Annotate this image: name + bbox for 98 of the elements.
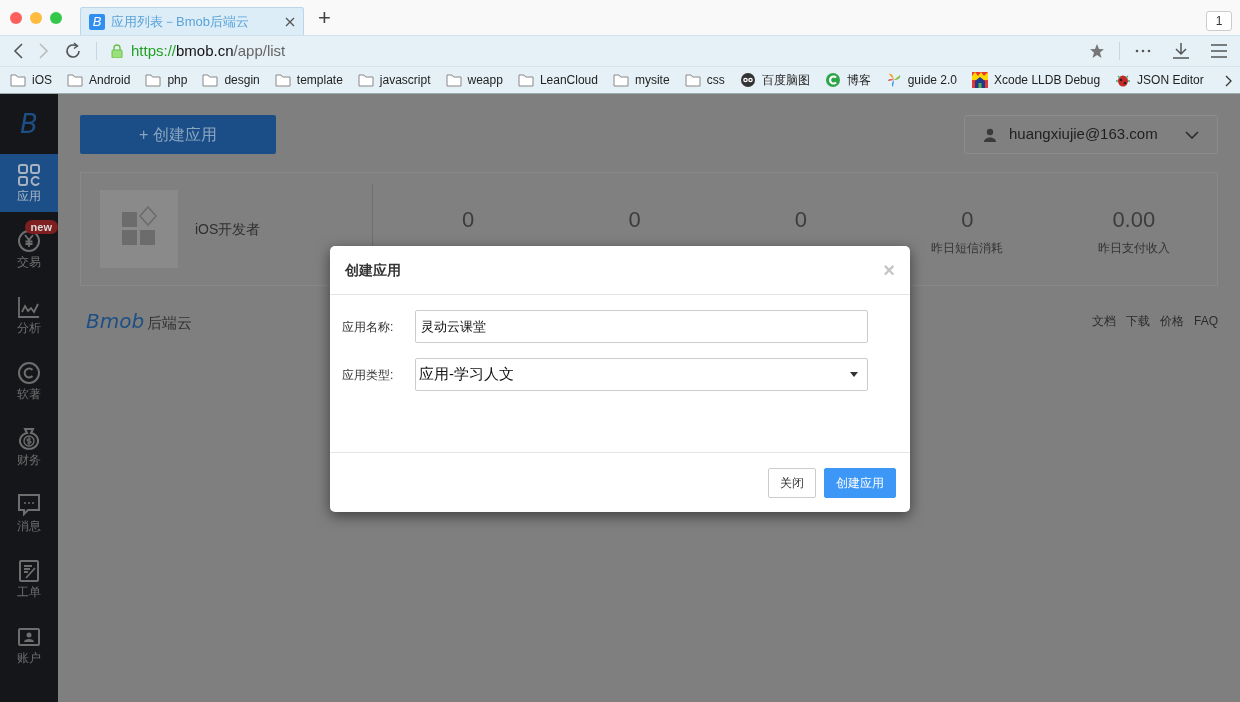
footer-link[interactable]: 价格 (1160, 312, 1184, 330)
reload-icon (64, 42, 82, 60)
apps-grid-icon (17, 163, 41, 187)
brand-logo: Bmob (86, 308, 145, 335)
app-name: iOS开发者 (195, 219, 261, 239)
field-label: 应用名称: (342, 318, 395, 336)
bookmark-item[interactable]: iOS (10, 71, 52, 89)
folder-icon (10, 72, 26, 88)
sidebar-logo: B (20, 108, 38, 141)
stat-value: 0.00 (1112, 206, 1156, 234)
id-card-icon (17, 625, 41, 649)
user-icon (983, 127, 997, 142)
dialog-title: 创建应用 (345, 260, 401, 280)
bookmark-item[interactable]: php (145, 71, 188, 89)
footer-link[interactable]: 文档 (1092, 312, 1116, 330)
bookmark-item[interactable]: Xcode LLDB Debug (972, 71, 1101, 89)
folder-icon (145, 72, 162, 88)
folder-icon (517, 72, 534, 88)
sidebar-item[interactable]: 消息 (0, 484, 58, 542)
document-edit-icon (17, 559, 41, 583)
line-chart-icon (17, 295, 41, 319)
money-bag-icon (17, 427, 41, 451)
tab-title: 应用列表－Bmob后端云 (111, 12, 250, 31)
bookmark-item[interactable]: mysite (612, 71, 670, 89)
stat-label: 昨日支付收入 (1097, 240, 1170, 256)
favicon: B (89, 13, 105, 30)
sidebar-item[interactable]: 分析 (0, 286, 58, 344)
bookmark-star-icon (1089, 43, 1105, 59)
sidebar-label: 应用 (17, 189, 41, 203)
back-icon (12, 42, 24, 60)
bookmark-item[interactable]: css (684, 71, 725, 89)
bookmark-item[interactable]: 百度脑图 (739, 71, 810, 89)
bookmark-item[interactable]: weapp (445, 71, 503, 89)
sidebar-label: 交易 (17, 255, 41, 269)
minimize-window-button[interactable] (30, 11, 42, 24)
account-dropdown[interactable]: huangxiujie@163.com (964, 115, 1218, 154)
menu-icon (1210, 43, 1228, 59)
caret-down-icon (850, 372, 858, 377)
sidebar-item[interactable]: 软著 (0, 352, 58, 410)
folder-icon (357, 72, 374, 88)
sidebar-label: 工单 (17, 585, 41, 599)
pinwheel-icon (885, 72, 902, 88)
new-tab-button[interactable]: + (318, 6, 331, 29)
folder-icon (274, 72, 291, 88)
folder-icon (445, 72, 462, 88)
window-count-badge[interactable]: 1 (1206, 11, 1232, 31)
bookmark-item[interactable]: javascript (357, 71, 431, 89)
folder-icon (612, 72, 629, 88)
address-bar-url[interactable]: https://bmob.cn/app/list (131, 39, 286, 63)
close-window-button[interactable] (10, 11, 22, 24)
app-placeholder-icon (100, 190, 178, 268)
stat-label: 昨日短信消耗 (931, 240, 1004, 256)
download-icon (1172, 42, 1190, 60)
sidebar-label: 财务 (17, 453, 41, 467)
stat-value: 0 (628, 206, 641, 234)
owl-icon (739, 72, 756, 88)
footer-link[interactable]: 下载 (1126, 312, 1150, 330)
sidebar-item[interactable]: 应用 (0, 154, 58, 212)
close-dialog-button[interactable]: 关闭 (768, 467, 816, 498)
yen-coin-icon (17, 229, 41, 253)
bookmark-item[interactable]: desgin (202, 71, 260, 89)
sidebar-item[interactable]: 财务 (0, 418, 58, 476)
house-icon (972, 72, 988, 88)
field-label: 应用类型: (342, 366, 395, 384)
bookmark-item[interactable]: 博客 (824, 71, 871, 89)
sidebar-label: 软著 (17, 387, 41, 401)
lock-icon (111, 44, 123, 58)
sidebar-item[interactable]: 工单 (0, 550, 58, 608)
brand-suffix: 后端云 (147, 313, 193, 333)
app-name-field[interactable]: 灵动云课堂 (415, 310, 868, 343)
c-logo-icon (824, 72, 841, 88)
stat-value: 0 (961, 206, 974, 234)
chevron-down-icon (1185, 130, 1199, 139)
close-icon (285, 16, 295, 27)
stat-value: 0 (794, 206, 808, 234)
more-icon (1134, 49, 1152, 53)
sidebar-label: 分析 (17, 321, 41, 335)
folder-icon (684, 72, 701, 88)
app-type-select[interactable]: 应用-学习人文 (415, 358, 868, 391)
sidebar-item[interactable]: 账户 (0, 616, 58, 674)
sidebar-item[interactable]: new 交易 (0, 220, 58, 278)
bookmark-item[interactable]: Android (67, 71, 131, 89)
bookmark-item[interactable]: LeanCloud (517, 71, 598, 89)
chevron-right-icon (1224, 75, 1232, 87)
bookmark-item[interactable]: guide 2.0 (885, 71, 957, 89)
forward-icon (38, 42, 50, 60)
stat-value: 0 (462, 206, 475, 234)
copyright-icon (17, 361, 41, 385)
zoom-window-button[interactable] (50, 11, 62, 24)
folder-icon (67, 72, 83, 88)
footer-link[interactable]: FAQ (1194, 312, 1218, 330)
new-badge: new (24, 220, 58, 234)
chat-bubble-icon (17, 493, 41, 517)
bookmark-item[interactable]: JSON Editor (1115, 71, 1204, 89)
bookmark-item[interactable]: template (274, 71, 343, 89)
folder-icon (202, 72, 219, 88)
sidebar-label: 消息 (17, 519, 41, 533)
sidebar-label: 账户 (17, 651, 41, 665)
